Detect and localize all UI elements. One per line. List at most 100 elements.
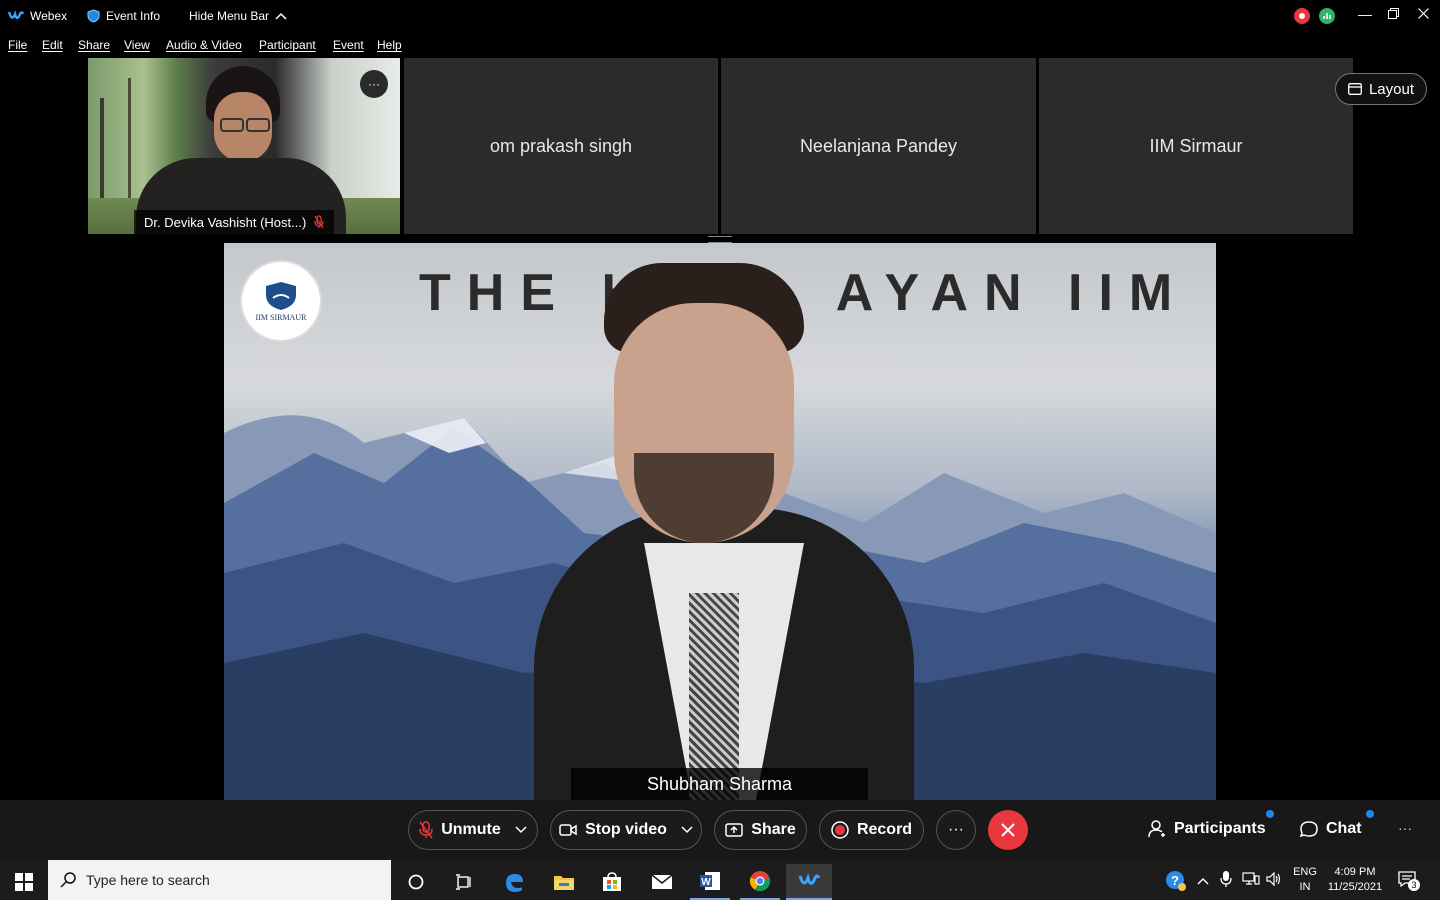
task-view-icon: [456, 874, 471, 890]
input-language-indicator[interactable]: ENG IN: [1292, 865, 1318, 895]
webex-icon: [798, 873, 820, 885]
network-tray-icon[interactable]: [1242, 872, 1260, 891]
chat-notification-dot: [1366, 810, 1374, 818]
more-options-button[interactable]: ···: [936, 810, 976, 850]
menu-audio-video[interactable]: Audio & Video: [166, 38, 242, 52]
app-name: Webex: [30, 9, 68, 23]
shield-crest-icon: [266, 281, 296, 310]
close-icon: [1001, 823, 1015, 837]
search-icon: [60, 872, 76, 888]
unmute-label: Unmute: [441, 821, 501, 838]
speaker-name-tag: Shubham Sharma: [571, 768, 868, 800]
taskbar-search-box[interactable]: Type here to search: [48, 860, 391, 900]
iim-sirmaur-logo: IIM SIRMAUR: [240, 260, 322, 342]
menu-participant[interactable]: Participant: [259, 38, 316, 52]
logo-text: IIM SIRMAUR: [255, 312, 307, 322]
menu-event[interactable]: Event: [333, 38, 364, 52]
participant-tile-neelanjana-pandey[interactable]: Neelanjana Pandey: [721, 58, 1036, 234]
file-explorer-button[interactable]: [544, 864, 584, 900]
menu-share[interactable]: Share: [78, 38, 110, 52]
participants-button[interactable]: Participants: [1148, 820, 1266, 838]
word-app-button[interactable]: W: [690, 864, 730, 900]
store-bag-icon: [603, 872, 621, 891]
speaker-figure: [384, 243, 1044, 800]
webex-app-button[interactable]: [786, 864, 832, 900]
participant-tile-om-prakash-singh[interactable]: om prakash singh: [404, 58, 718, 234]
recording-status-icon[interactable]: [1294, 8, 1310, 24]
language-code: ENG: [1293, 866, 1317, 878]
menu-view[interactable]: View: [124, 38, 150, 52]
host-person-figure: [198, 66, 288, 166]
word-icon: W: [700, 872, 720, 890]
windows-start-button[interactable]: [4, 864, 44, 900]
cortana-circle-icon: [408, 874, 424, 890]
menu-file[interactable]: File: [8, 38, 27, 52]
muted-mic-icon: [314, 215, 324, 229]
help-tray-icon[interactable]: ?: [1165, 870, 1187, 897]
app-title: Webex: [8, 9, 67, 23]
title-bar: Webex Event Info Hide Menu Bar —: [0, 0, 1440, 34]
restore-window-button[interactable]: [1388, 6, 1399, 24]
event-info-button[interactable]: Event Info: [87, 9, 160, 23]
shield-icon: [87, 9, 100, 23]
layout-label: Layout: [1368, 80, 1415, 98]
menu-edit[interactable]: Edit: [42, 38, 63, 52]
microphone-tray-icon[interactable]: [1220, 870, 1232, 893]
layout-icon: [1348, 83, 1362, 95]
menu-help[interactable]: Help: [377, 38, 402, 52]
end-meeting-button[interactable]: [988, 810, 1028, 850]
event-info-label: Event Info: [106, 9, 161, 23]
active-speaker-video[interactable]: THE HI AYAN IIM IIM SIRMAUR Shubham Shar…: [224, 243, 1216, 800]
panel-more-button[interactable]: ···: [1398, 820, 1412, 836]
share-button[interactable]: Share: [714, 810, 807, 850]
task-view-button[interactable]: [444, 864, 484, 900]
svg-text:W: W: [701, 877, 711, 888]
mail-button[interactable]: [642, 864, 682, 900]
share-label: Share: [751, 821, 796, 838]
host-name: Dr. Devika Vashisht (Host...): [144, 214, 307, 230]
resize-handle[interactable]: [708, 236, 732, 243]
webex-logo-icon: [8, 10, 24, 20]
chevron-up-icon: [275, 12, 287, 20]
show-hidden-icons-chevron-up-icon[interactable]: [1197, 872, 1209, 890]
chat-bubble-icon: [1300, 821, 1318, 838]
network-health-icon[interactable]: [1319, 8, 1335, 24]
record-label: Record: [856, 821, 913, 838]
folder-icon: [554, 876, 574, 890]
clock-time: 4:09 PM: [1334, 866, 1376, 878]
speaker-name: Shubham Sharma: [646, 773, 793, 794]
close-window-button[interactable]: [1418, 6, 1429, 24]
participants-label: Participants: [1174, 820, 1266, 837]
chrome-icon: [749, 871, 771, 892]
microsoft-store-button[interactable]: [592, 864, 632, 900]
participants-notification-dot: [1266, 810, 1274, 818]
clock-date: 11/25/2021: [1327, 881, 1383, 893]
share-screen-icon: [725, 823, 744, 837]
minimize-window-button[interactable]: —: [1358, 6, 1372, 22]
chevron-down-icon[interactable]: [515, 826, 527, 834]
action-center-button[interactable]: 3: [1398, 870, 1420, 895]
chat-button[interactable]: Chat: [1300, 820, 1362, 838]
windows-taskbar: Type here to search W ? ENG IN 4:09 PM 1…: [0, 860, 1440, 900]
tile-more-options-button[interactable]: ···: [360, 70, 388, 98]
host-video-tile[interactable]: ··· Dr. Devika Vashisht (Host...): [88, 58, 400, 234]
layout-button[interactable]: Layout: [1335, 73, 1427, 105]
record-button[interactable]: Record: [819, 810, 924, 850]
clock[interactable]: 4:09 PM 11/25/2021: [1322, 865, 1388, 895]
stop-video-label: Stop video: [585, 821, 667, 838]
stop-video-button[interactable]: Stop video: [550, 810, 702, 850]
chevron-down-icon[interactable]: [681, 826, 693, 834]
participants-icon: [1148, 820, 1165, 838]
edge-icon: [506, 874, 523, 892]
chrome-browser-button[interactable]: [740, 864, 780, 900]
cortana-button[interactable]: [396, 864, 436, 900]
participant-name: om prakash singh: [489, 135, 633, 156]
unmute-button[interactable]: Unmute: [408, 810, 538, 850]
muted-mic-icon: [419, 821, 433, 839]
participant-name: IIM Sirmaur: [1149, 135, 1243, 156]
participant-tile-iim-sirmaur[interactable]: IIM Sirmaur: [1039, 58, 1353, 234]
search-placeholder: Type here to search: [86, 872, 210, 888]
hide-menu-bar-button[interactable]: Hide Menu Bar: [189, 9, 287, 23]
volume-tray-icon[interactable]: [1266, 871, 1282, 891]
edge-browser-button[interactable]: [494, 864, 534, 900]
